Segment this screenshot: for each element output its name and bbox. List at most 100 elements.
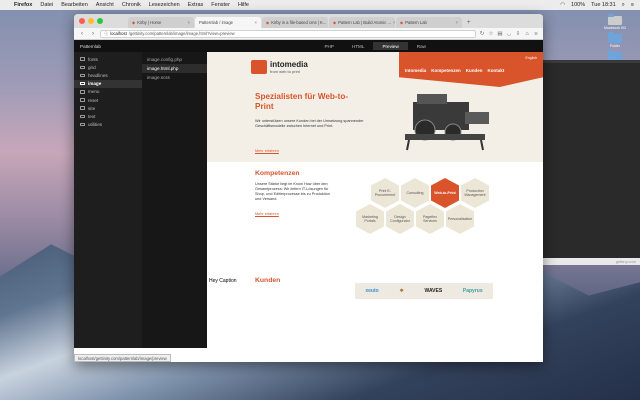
kompetenzen-more-link[interactable]: Mehr erfahren: [255, 212, 279, 216]
pattern-file-item[interactable]: image.html.php: [142, 64, 207, 73]
logo-mark-icon: [251, 60, 267, 74]
menubar-item[interactable]: Bearbeiten: [61, 2, 88, 8]
back-arrow-icon[interactable]: ‹: [78, 30, 86, 38]
sidebar-item-image[interactable]: image: [74, 79, 142, 88]
folder-icon: [80, 73, 85, 78]
sidebar-item-label: site: [88, 105, 96, 111]
patternlab-main: fonts grid headlines image menu reset si…: [74, 52, 543, 348]
view-html-button[interactable]: HTML: [343, 42, 374, 50]
minimize-window-button[interactable]: [88, 18, 94, 24]
desktop-icon[interactable]: Folder: [598, 32, 632, 48]
hamburger-menu-icon[interactable]: ≡: [533, 31, 539, 37]
tab-kirby-cms[interactable]: ◆Kirby is a file-based cms | K...×: [262, 17, 328, 28]
menubar-item[interactable]: Extras: [188, 2, 204, 8]
download-icon[interactable]: ⇩: [515, 31, 521, 37]
site-nav-item[interactable]: Kontakt: [488, 68, 505, 73]
sidebar-item-headlines[interactable]: headlines: [74, 71, 142, 79]
close-tab-icon[interactable]: ×: [188, 20, 190, 25]
hero-more-link[interactable]: Mehr erfahren: [255, 149, 279, 153]
hex-design-configurator[interactable]: Design Configurator: [386, 204, 414, 234]
pattern-file-item[interactable]: image.scss: [142, 73, 207, 82]
site-nav-item[interactable]: Kunden: [466, 68, 483, 73]
hex-marketing-portals[interactable]: Marketing Portals: [356, 204, 384, 234]
new-tab-button[interactable]: +: [463, 17, 475, 28]
wifi-icon[interactable]: ◠: [560, 2, 565, 8]
kompetenzen-text: Unsere Stärke liegt im Know How über den…: [255, 182, 330, 201]
menubar-item[interactable]: Chronik: [122, 2, 141, 8]
tab-label: Pattern Lab | Build Atomic ...: [338, 20, 391, 25]
reload-icon[interactable]: ↻: [479, 31, 485, 37]
hex-print-eprocurement[interactable]: Print E-Procurement: [371, 178, 399, 208]
search-icon[interactable]: ⌕: [622, 2, 625, 9]
bookmark-star-icon[interactable]: ☆: [488, 31, 494, 37]
site-preview: English Intomedia Kompetenzen Kunden Kon…: [207, 52, 543, 348]
close-tab-icon[interactable]: ×: [393, 20, 395, 25]
tab-pattern-lab-build[interactable]: ◆ Pattern Lab | Build Atomic ... ×: [329, 17, 395, 28]
sidebar-item-label: image: [88, 81, 102, 87]
menubar-app-name[interactable]: Firefox: [14, 2, 32, 8]
home-icon[interactable]: ⌂: [524, 31, 530, 37]
site-logo[interactable]: intomedia from web to print: [251, 60, 308, 74]
menubar-item[interactable]: Fenster: [211, 2, 230, 8]
close-tab-icon[interactable]: ×: [456, 20, 458, 25]
browser-window: ◆ Kirby | Home × Patternlab / image × ◆ Kirb…: [74, 14, 543, 362]
menubar-item[interactable]: Hilfe: [238, 2, 249, 8]
sidebar-item-fonts[interactable]: fonts: [74, 55, 142, 63]
language-link[interactable]: English: [526, 56, 537, 60]
folder-icon: [608, 32, 622, 43]
menubar-item[interactable]: Datei: [40, 2, 53, 8]
tab-pattern-lab[interactable]: ◆ Pattern Lab ×: [396, 17, 462, 28]
favicon-icon: ◆: [132, 20, 136, 25]
site-nav-item[interactable]: Intomedia: [405, 68, 426, 73]
sidebar-item-text[interactable]: text: [74, 112, 142, 120]
site-nav-item[interactable]: Kompetenzen: [431, 68, 461, 73]
zoom-window-button[interactable]: [97, 18, 103, 24]
folder-icon: [80, 90, 85, 94]
folder-icon: [80, 114, 85, 119]
client-logo: ❖: [399, 288, 404, 294]
folder-icon: [80, 81, 85, 86]
battery-percent[interactable]: 100%: [571, 2, 585, 8]
hex-personalisation[interactable]: Personalisation: [446, 204, 474, 234]
sidebar-item-label: menu: [88, 89, 100, 95]
menubar-item[interactable]: Lesezeichen: [149, 2, 180, 8]
sidebar-item-label: grid: [88, 64, 96, 70]
url-bar[interactable]: ⓘ localhost/gettinity.com/patternlab/ima…: [100, 29, 476, 38]
pattern-folder-sidebar: fonts grid headlines image menu reset si…: [74, 52, 142, 348]
view-switcher: PHP HTML Preview Raw: [315, 42, 435, 50]
sidebar-item-grid[interactable]: grid: [74, 63, 142, 71]
sidebar-item-reset[interactable]: reset: [74, 96, 142, 104]
hex-consulting[interactable]: Consulting: [401, 178, 429, 208]
desktop-icon[interactable]: Macintosh HD: [598, 14, 632, 30]
sidebar-item-utilities[interactable]: utilities: [74, 121, 142, 129]
sidebar-item-label: fonts: [88, 56, 98, 62]
folder-icon: [80, 106, 85, 110]
sidebar-item-label: utilities: [88, 122, 103, 128]
sidebar-item-site[interactable]: site: [74, 104, 142, 112]
view-php-button[interactable]: PHP: [315, 42, 342, 50]
menubar-item[interactable]: Ansicht: [96, 2, 114, 8]
hex-pageflex-services[interactable]: Pageflex Services: [416, 204, 444, 234]
tab-kirby-home[interactable]: ◆ Kirby | Home ×: [128, 17, 194, 28]
view-raw-button[interactable]: Raw: [408, 42, 435, 50]
sidebar-item-menu[interactable]: menu: [74, 88, 142, 96]
sidebar-item-label: reset: [88, 97, 99, 103]
info-icon: ⓘ: [104, 30, 109, 36]
hex-production-management[interactable]: Production Management: [461, 178, 489, 208]
tab-patternlab-image[interactable]: Patternlab / image ×: [195, 17, 261, 28]
pattern-file-item[interactable]: image.config.php: [142, 55, 207, 64]
background-window[interactable]: gettiny.com: [543, 60, 640, 265]
tab-label: Kirby is a file-based cms | K...: [271, 20, 327, 25]
reading-list-icon[interactable]: ▤: [497, 31, 503, 37]
pocket-icon[interactable]: ◡: [506, 31, 512, 37]
logo-tagline: from web to print: [270, 68, 300, 74]
menu-list-icon[interactable]: ≡: [631, 2, 634, 8]
close-tab-icon[interactable]: ×: [255, 20, 257, 25]
close-window-button[interactable]: [79, 18, 85, 24]
view-preview-button[interactable]: Preview: [373, 42, 408, 50]
menubar-clock[interactable]: Tue 18:31: [591, 2, 616, 8]
hex-web-to-print[interactable]: Web-to-Print: [431, 178, 459, 208]
section-title-kunden: Kunden: [255, 277, 281, 284]
image-caption: Hey Caption: [207, 278, 239, 284]
forward-arrow-icon[interactable]: ›: [89, 30, 97, 38]
